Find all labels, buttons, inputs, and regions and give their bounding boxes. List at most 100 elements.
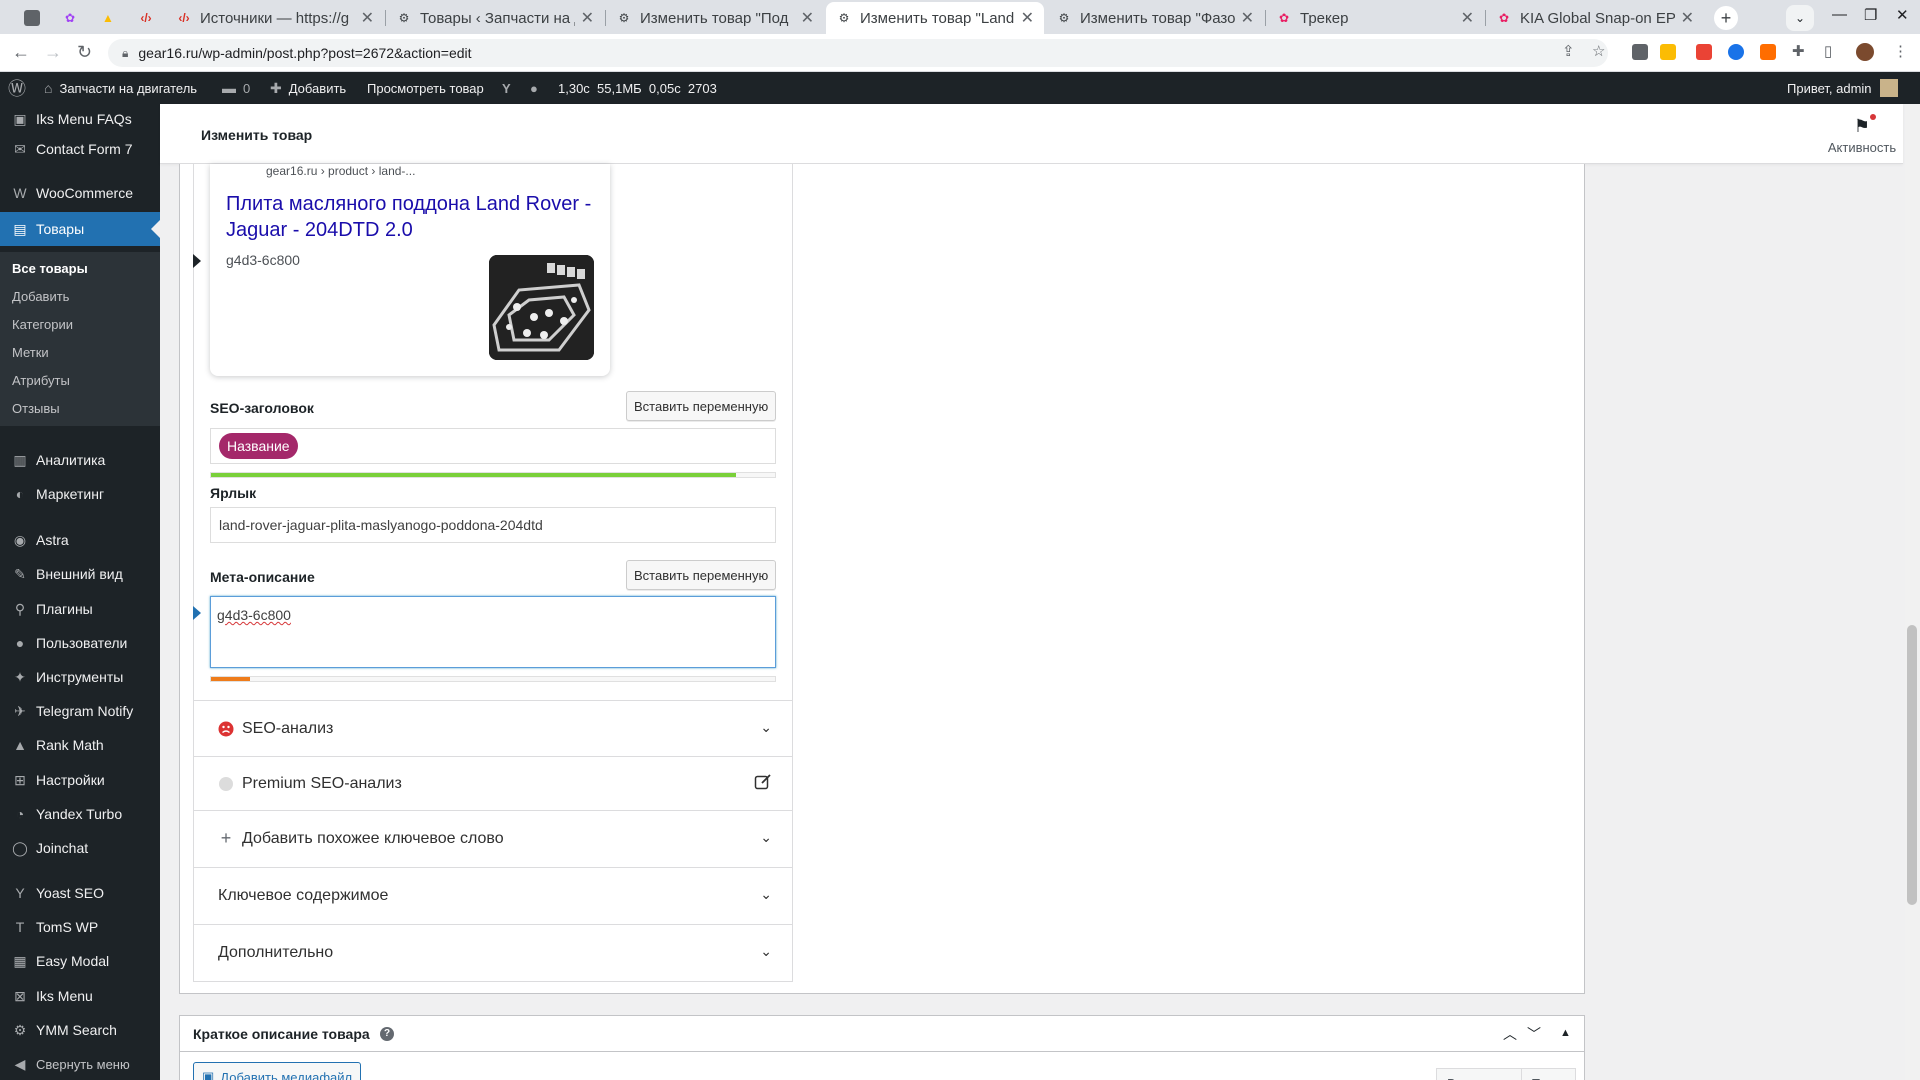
telegram-notify-icon: ✈ [14,702,26,719]
wordpress-logo-icon[interactable]: Ⓦ [8,72,26,104]
page-scrollbar[interactable] [1905,104,1920,1080]
submenu-tags[interactable]: Метки [12,345,49,360]
add-media-button[interactable]: ▣ Добавить медиафайл [193,1062,362,1080]
forward-icon[interactable]: → [44,42,62,63]
seo-analysis-row[interactable]: SEO-анализ ⌄ [194,700,792,756]
move-down-icon[interactable]: ﹀ [1527,1024,1541,1044]
tab-close-icon[interactable]: ✕ [1681,8,1694,28]
browser-tab[interactable]: ✿ KIA Global Snap-on EPC ✕ [1486,2,1704,34]
extension-icon[interactable] [1760,44,1776,60]
sidebar-item-tools[interactable]: ✦ Инструменты [0,660,160,694]
query-monitor-stats[interactable]: 1,30с 55,1МБ 0,05с 2703 [558,72,717,104]
share-icon[interactable]: ⇪ [1562,42,1575,60]
tab-visual[interactable]: Визуально [1436,1068,1523,1080]
premium-seo-analysis-row[interactable]: Premium SEO-анализ [194,756,792,810]
yoast-icon[interactable]: Y [502,72,511,104]
meta-description-field[interactable] [210,596,776,668]
sidebar-item-astra[interactable]: ◉ Astra [0,523,160,557]
tab-close-icon[interactable]: ✕ [801,8,814,28]
side-panel-icon[interactable]: ▯ [1824,42,1832,60]
back-icon[interactable]: ← [12,42,30,63]
extension-icon[interactable] [1728,44,1744,60]
browser-tab[interactable]: ✿ Трекер ✕ [1266,2,1484,34]
sidebar-item-joinchat[interactable]: ◯ Joinchat [0,831,160,865]
media-icon: ▣ [202,1069,215,1080]
page-scrollbar-thumb[interactable] [1907,625,1917,905]
extension-icon[interactable] [1632,44,1648,60]
profile-avatar[interactable] [1856,43,1874,61]
minimize-icon[interactable]: — [1832,6,1847,23]
submenu-add-new[interactable]: Добавить [12,289,69,304]
google-snippet-preview[interactable]: gear16.ru › product › land-... Плита мас… [210,164,610,376]
add-related-keyword-row[interactable]: + Добавить похожее ключевое слово ⌄ [194,810,792,866]
sidebar-item-ymm-search[interactable]: ⚙ YMM Search [0,1013,160,1047]
sidebar-item-toms-wp[interactable]: T TomS WP [0,910,160,944]
tab-close-icon[interactable]: ✕ [361,8,374,28]
browser-tab[interactable]: ▲ [90,2,126,34]
browser-tab-active[interactable]: ⚙ Изменить товар "Land ✕ [826,2,1044,34]
browser-tab[interactable]: ⚙ Изменить товар "Фазо ✕ [1046,2,1264,34]
sidebar-item-products[interactable]: ▤ Товары [0,212,160,246]
restore-icon[interactable]: ❐ [1864,6,1877,24]
move-up-icon[interactable]: ︿ [1503,1024,1517,1044]
sidebar-item-settings[interactable]: ⊞ Настройки [0,763,160,797]
insert-variable-button[interactable]: Вставить переменную [626,391,777,421]
browser-tab[interactable]: ⚙ Товары ‹ Запчасти на д ✕ [386,2,604,34]
browser-tab[interactable]: ⚙ Изменить товар "Под ✕ [606,2,824,34]
collapse-toggle-icon[interactable]: ▲ [1560,1027,1571,1039]
cornerstone-content-row[interactable]: Ключевое содержимое ⌄ [194,867,792,923]
sidebar-item-marketing[interactable]: ◐ Маркетинг [0,477,160,511]
sidebar-item-yoast-seo[interactable]: Y Yoast SEO [0,876,160,910]
browser-tab[interactable]: ‹/› [128,2,164,34]
bookmark-star-icon[interactable]: ☆ [1592,42,1605,60]
submenu-all-products[interactable]: Все товары [12,261,88,276]
collapse-caret-icon[interactable] [193,606,201,620]
browser-tab[interactable] [14,2,50,34]
admin-bar-account[interactable]: Привет, admin [1787,72,1898,104]
insert-variable-button[interactable]: Вставить переменную [626,560,777,590]
wordpress-icon: ⚙ [398,11,410,25]
sidebar-item-easy-modal[interactable]: ▦ Easy Modal [0,944,160,978]
tab-close-icon[interactable]: ✕ [1021,8,1034,28]
admin-bar-view-product[interactable]: Просмотреть товар [367,72,484,104]
sidebar-item-plugins[interactable]: ⚲ Плагины [0,592,160,626]
reload-icon[interactable]: ↻ [77,42,92,63]
sidebar-item-collapse-menu[interactable]: ◀ Свернуть меню [0,1047,160,1080]
tab-close-icon[interactable]: ✕ [1241,8,1254,28]
sidebar-item-woocommerce[interactable]: W WooCommerce [0,176,160,210]
help-icon[interactable]: ? [380,1027,394,1041]
sidebar-item-users[interactable]: ● Пользователи [0,626,160,660]
new-tab-button[interactable]: + [1714,6,1738,30]
close-window-icon[interactable]: ✕ [1896,6,1909,24]
sidebar-item-yandex-turbo[interactable]: ◔ Yandex Turbo [0,797,160,831]
browser-tab[interactable]: ✿ [52,2,88,34]
admin-bar-comments[interactable]: ▬ 0 [222,72,250,104]
tab-text[interactable]: Текст [1521,1068,1576,1080]
browser-tab[interactable]: ‹/› Источники — https://g ✕ [166,2,384,34]
chrome-menu-icon[interactable]: ⋮ [1893,42,1908,60]
sidebar-item-label: Telegram Notify [36,703,134,719]
sidebar-item-iks-menu[interactable]: ⊠ Iks Menu [0,979,160,1013]
sidebar-item-rank-math[interactable]: ▲ Rank Math [0,728,160,762]
tab-search-button[interactable]: ⌄ [1786,5,1814,31]
tab-close-icon[interactable]: ✕ [581,8,594,28]
submenu-reviews[interactable]: Отзывы [12,401,60,416]
activity-button[interactable]: ⚑ Активность [1822,114,1902,155]
short-description-header[interactable]: Краткое описание товара ? ︿ ﹀ ▲ [180,1016,1584,1052]
sidebar-item-telegram-notify[interactable]: ✈ Telegram Notify [0,694,160,728]
extension-icon[interactable] [1660,44,1676,60]
extension-icon[interactable] [1696,44,1712,60]
submenu-attributes[interactable]: Атрибуты [12,373,70,388]
sidebar-item-appearance[interactable]: ✎ Внешний вид [0,557,160,591]
address-bar[interactable]: 🔒︎ gear16.ru/wp-admin/post.php?post=2672… [108,39,1608,67]
extensions-puzzle-icon[interactable]: ✚ [1792,42,1805,60]
title-variable-pill[interactable]: Название [219,433,298,459]
sidebar-item-contact-form-7[interactable]: ✉ Contact Form 7 [0,132,160,166]
advanced-row[interactable]: Дополнительно ⌄ [194,924,792,980]
tab-close-icon[interactable]: ✕ [1461,8,1474,28]
sidebar-item-analytics[interactable]: ▥ Аналитика [0,443,160,477]
submenu-categories[interactable]: Категории [12,317,73,332]
admin-bar-site[interactable]: ⌂ Запчасти на двигатель [44,72,197,104]
collapse-caret-icon[interactable] [193,254,201,268]
admin-bar-add-new[interactable]: ✚ Добавить [270,72,346,104]
